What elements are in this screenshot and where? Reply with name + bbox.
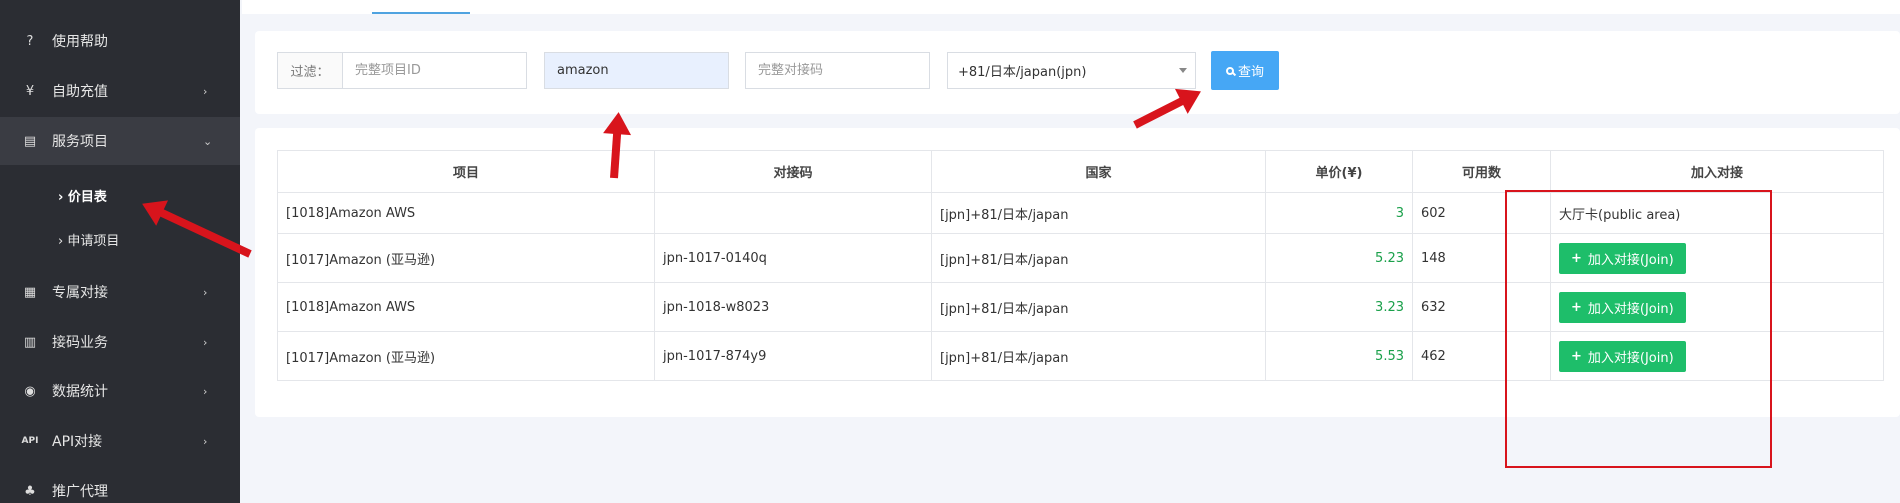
query-button-label: 查询 bbox=[1237, 64, 1264, 79]
project-cell: [1017]Amazon (亚马逊) bbox=[277, 331, 655, 381]
sidebar-subitem-label: › 价目表 bbox=[58, 189, 107, 205]
sidebar-item-help[interactable]: ? 使用帮助 bbox=[0, 17, 240, 65]
country-cell: [jpn]+81/日本/japan bbox=[931, 192, 1266, 234]
api-icon: API bbox=[21, 436, 39, 446]
project-cell: [1017]Amazon (亚马逊) bbox=[277, 233, 655, 283]
sidebar-item-promotion[interactable]: ♣ 推广代理 bbox=[0, 467, 240, 503]
price-cell: 3.23 bbox=[1265, 282, 1413, 332]
code-cell bbox=[654, 192, 932, 234]
code-cell: jpn-1017-0140q bbox=[654, 233, 932, 283]
sidebar-item-label: 推广代理 bbox=[52, 484, 108, 500]
code-input[interactable] bbox=[745, 52, 930, 89]
project-id-filter: 过滤： bbox=[277, 52, 527, 89]
sidebar-item-services[interactable]: ▤ 服务项目 ⌄ bbox=[0, 117, 240, 165]
column-header: 项目 bbox=[277, 150, 655, 193]
coins-icon: ◉ bbox=[24, 383, 36, 399]
column-header: 国家 bbox=[931, 150, 1266, 193]
chevron-down-icon: ⌄ bbox=[203, 134, 213, 148]
list-icon: ▥ bbox=[23, 334, 37, 350]
table-header-row: 项目 对接码 国家 单价(¥) 可用数 加入对接 bbox=[277, 150, 1884, 193]
project-cell: [1018]Amazon AWS bbox=[277, 282, 655, 332]
country-select[interactable]: +81/日本/japan(jpn) bbox=[947, 52, 1196, 89]
sidebar-item-recharge[interactable]: ¥ 自助充值 › bbox=[0, 67, 240, 115]
sidebar-subitem-label: › 申请项目 bbox=[58, 233, 120, 249]
code-cell: jpn-1018-w8023 bbox=[654, 282, 932, 332]
sidebar-item-exclusive[interactable]: ▦ 专属对接 › bbox=[0, 268, 240, 316]
sidebar-item-label: 使用帮助 bbox=[52, 34, 108, 50]
chevron-right-icon: › bbox=[203, 84, 208, 98]
sidebar-item-label: 数据统计 bbox=[52, 384, 108, 400]
sidebar-subitem-apply-project[interactable]: › 申请项目 bbox=[0, 219, 240, 259]
column-header: 对接码 bbox=[654, 150, 932, 193]
sidebar: ? 使用帮助 ¥ 自助充值 › ▤ 服务项目 ⌄ › 价目表 › 申请项目 ▦ … bbox=[0, 0, 240, 503]
sidebar-item-label: API对接 bbox=[52, 434, 103, 450]
country-cell: [jpn]+81/日本/japan bbox=[931, 233, 1266, 283]
sidebar-subitem-price-list[interactable]: › 价目表 bbox=[0, 175, 240, 215]
help-icon: ? bbox=[26, 33, 34, 49]
sidebar-item-code-business[interactable]: ▥ 接码业务 › bbox=[0, 318, 240, 366]
project-cell: [1018]Amazon AWS bbox=[277, 192, 655, 234]
chevron-right-icon: › bbox=[203, 434, 208, 448]
sidebar-item-label: 接码业务 bbox=[52, 335, 108, 351]
caret-down-icon bbox=[1179, 68, 1187, 73]
code-cell: jpn-1017-874y9 bbox=[654, 331, 932, 381]
active-tab-underline bbox=[372, 12, 470, 14]
tab-strip bbox=[242, 0, 1900, 14]
sidebar-item-label: 服务项目 bbox=[52, 134, 108, 150]
country-select-value: +81/日本/japan(jpn) bbox=[958, 65, 1087, 80]
chevron-right-icon: › bbox=[203, 335, 208, 349]
card-icon: ▤ bbox=[23, 133, 37, 149]
price-cell: 5.23 bbox=[1265, 233, 1413, 283]
recharge-icon: ¥ bbox=[25, 83, 35, 99]
query-button[interactable]: 查询 bbox=[1211, 51, 1279, 90]
sidebar-item-label: 自助充值 bbox=[52, 84, 108, 100]
sidebar-item-api[interactable]: API API对接 › bbox=[0, 417, 240, 465]
sidebar-item-label: 专属对接 bbox=[52, 285, 108, 301]
price-cell: 5.53 bbox=[1265, 331, 1413, 381]
chevron-right-icon: › bbox=[203, 285, 208, 299]
keyword-input[interactable] bbox=[544, 52, 729, 89]
column-header: 可用数 bbox=[1412, 150, 1551, 193]
annotation-highlight-box bbox=[1505, 190, 1772, 468]
document-icon: ▦ bbox=[23, 284, 37, 300]
chevron-right-icon: › bbox=[203, 384, 208, 398]
filter-label: 过滤： bbox=[278, 53, 343, 88]
column-header: 单价(¥) bbox=[1265, 150, 1413, 193]
column-header: 加入对接 bbox=[1550, 150, 1884, 193]
country-cell: [jpn]+81/日本/japan bbox=[931, 331, 1266, 381]
sidebar-item-statistics[interactable]: ◉ 数据统计 › bbox=[0, 367, 240, 415]
country-cell: [jpn]+81/日本/japan bbox=[931, 282, 1266, 332]
project-id-input[interactable] bbox=[343, 53, 526, 88]
sitemap-icon: ♣ bbox=[24, 483, 36, 499]
price-cell: 3 bbox=[1265, 192, 1413, 234]
search-icon bbox=[1225, 66, 1234, 75]
